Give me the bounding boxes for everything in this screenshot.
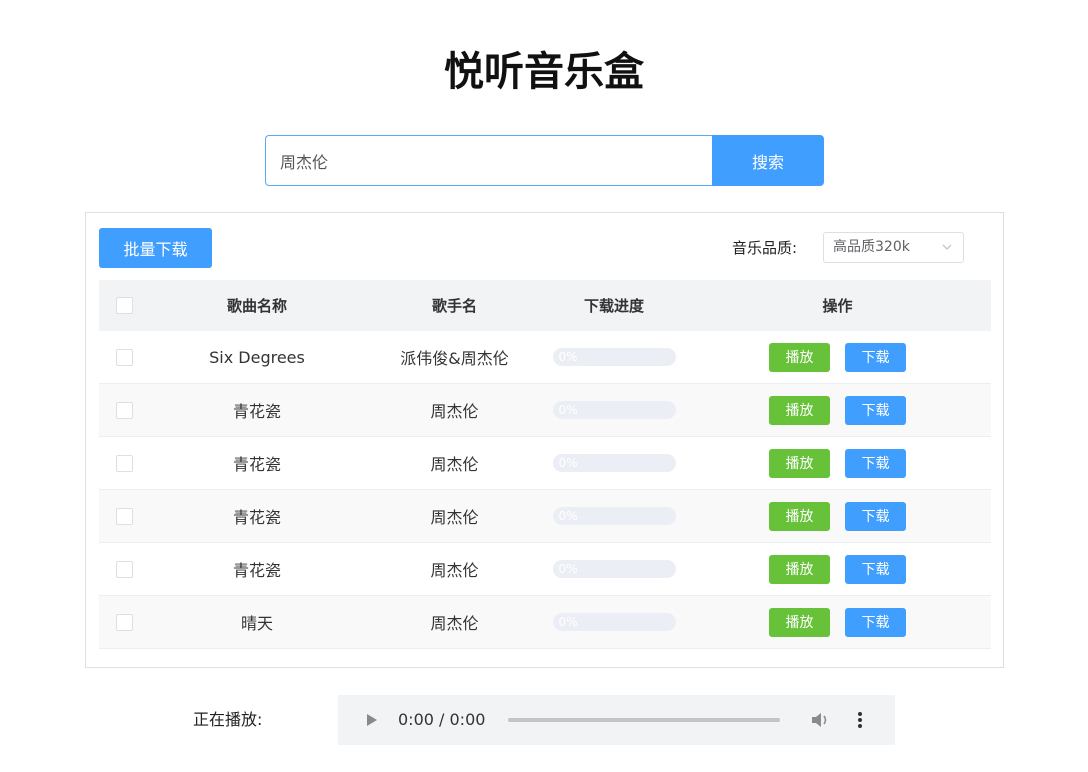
table-row: 青花瓷 周杰伦 0% 播放 下载: [99, 384, 991, 437]
artist-name: 周杰伦: [430, 614, 479, 633]
row-checkbox[interactable]: [115, 560, 133, 578]
download-button[interactable]: 下载: [845, 607, 906, 637]
search-input[interactable]: [265, 135, 712, 186]
more-options-icon[interactable]: [855, 710, 865, 730]
song-table: 歌曲名称 歌手名 下载进度 操作 Six Degrees 派伟俊&周杰伦 0% 播放下…: [99, 280, 991, 649]
play-button[interactable]: 播放: [769, 395, 830, 425]
song-name: 青花瓷: [232, 402, 281, 421]
table-row: 青花瓷 周杰伦 0% 播放 下载: [99, 490, 991, 543]
download-progress-bar: 0%: [552, 401, 676, 419]
app-title: 悦听音乐盒: [444, 49, 644, 95]
table-body: Six Degrees 派伟俊&周杰伦 0% 播放 下载 青花瓷 周杰伦 0% 播放 下载 青花瓷周…: [99, 331, 991, 649]
play-button[interactable]: 播放: [769, 342, 830, 372]
download-progress-text: 0%: [558, 615, 578, 629]
search-bar: 搜索: [265, 135, 825, 186]
download-button[interactable]: 下载: [845, 342, 906, 372]
download-progress-bar: 0%: [552, 507, 676, 525]
table-row: 青花瓷 周杰伦 0% 播放 下载: [99, 543, 991, 596]
artist-name: 周杰伦: [430, 508, 479, 527]
artist-name: 派伟俊&周杰伦: [400, 349, 509, 368]
download-button[interactable]: 下载: [845, 395, 906, 425]
chevron-down-icon: [942, 244, 952, 250]
play-button[interactable]: 播放: [769, 607, 830, 637]
download-progress-bar: 0%: [552, 348, 676, 366]
row-checkbox[interactable]: [115, 507, 133, 525]
header-artist: 歌手名: [431, 297, 477, 315]
row-checkbox[interactable]: [115, 348, 133, 366]
row-checkbox[interactable]: [115, 454, 133, 472]
header-song-name: 歌曲名称: [226, 297, 287, 315]
download-button[interactable]: 下载: [845, 554, 906, 584]
song-name: 晴天: [240, 614, 273, 633]
select-all-checkbox[interactable]: [115, 297, 133, 314]
download-progress-bar: 0%: [552, 454, 676, 472]
table-header-row: 歌曲名称 歌手名 下载进度 操作: [99, 280, 991, 331]
song-name: 青花瓷: [232, 508, 281, 527]
batch-download-button[interactable]: 批量下载: [99, 228, 212, 268]
volume-icon[interactable]: [810, 711, 830, 729]
artist-name: 周杰伦: [430, 455, 479, 474]
play-button[interactable]: 播放: [769, 501, 830, 531]
download-progress-text: 0%: [558, 403, 578, 417]
play-button[interactable]: 播放: [769, 448, 830, 478]
quality-select[interactable]: 高品质320k: [823, 232, 964, 263]
quality-selected-value: 高品质320k: [833, 239, 910, 255]
search-button[interactable]: 搜索: [712, 135, 824, 186]
time-display: 0:00 / 0:00: [398, 710, 486, 729]
download-progress-text: 0%: [558, 350, 578, 364]
download-progress-text: 0%: [558, 456, 578, 470]
header-progress: 下载进度: [583, 297, 644, 315]
audio-player: 0:00 / 0:00: [338, 695, 895, 745]
quality-label: 音乐品质:: [732, 239, 798, 257]
table-row: 晴天 周杰伦 0% 播放 下载: [99, 596, 991, 649]
artist-name: 周杰伦: [430, 561, 479, 580]
download-progress-text: 0%: [558, 509, 578, 523]
song-name: 青花瓷: [232, 455, 281, 474]
header-operations: 操作: [822, 297, 853, 315]
table-row: Six Degrees 派伟俊&周杰伦 0% 播放 下载: [99, 331, 991, 384]
row-checkbox[interactable]: [115, 401, 133, 419]
song-name: 青花瓷: [232, 561, 281, 580]
download-button[interactable]: 下载: [845, 448, 906, 478]
seek-bar[interactable]: [508, 718, 780, 722]
row-checkbox[interactable]: [115, 613, 133, 631]
artist-name: 周杰伦: [430, 402, 479, 421]
download-progress-bar: 0%: [552, 613, 676, 631]
download-progress-bar: 0%: [552, 560, 676, 578]
play-button[interactable]: 播放: [769, 554, 830, 584]
table-row: 青花瓷 周杰伦 0% 播放 下载: [99, 437, 991, 490]
play-icon[interactable]: [366, 713, 378, 727]
download-progress-text: 0%: [558, 562, 578, 576]
now-playing-label: 正在播放:: [193, 710, 263, 729]
download-button[interactable]: 下载: [845, 501, 906, 531]
song-name: Six Degrees: [209, 347, 305, 367]
song-list-panel: 批量下载 音乐品质: 高品质320k 歌曲名称 歌手名 下载进度 操作 Six …: [85, 212, 1004, 668]
